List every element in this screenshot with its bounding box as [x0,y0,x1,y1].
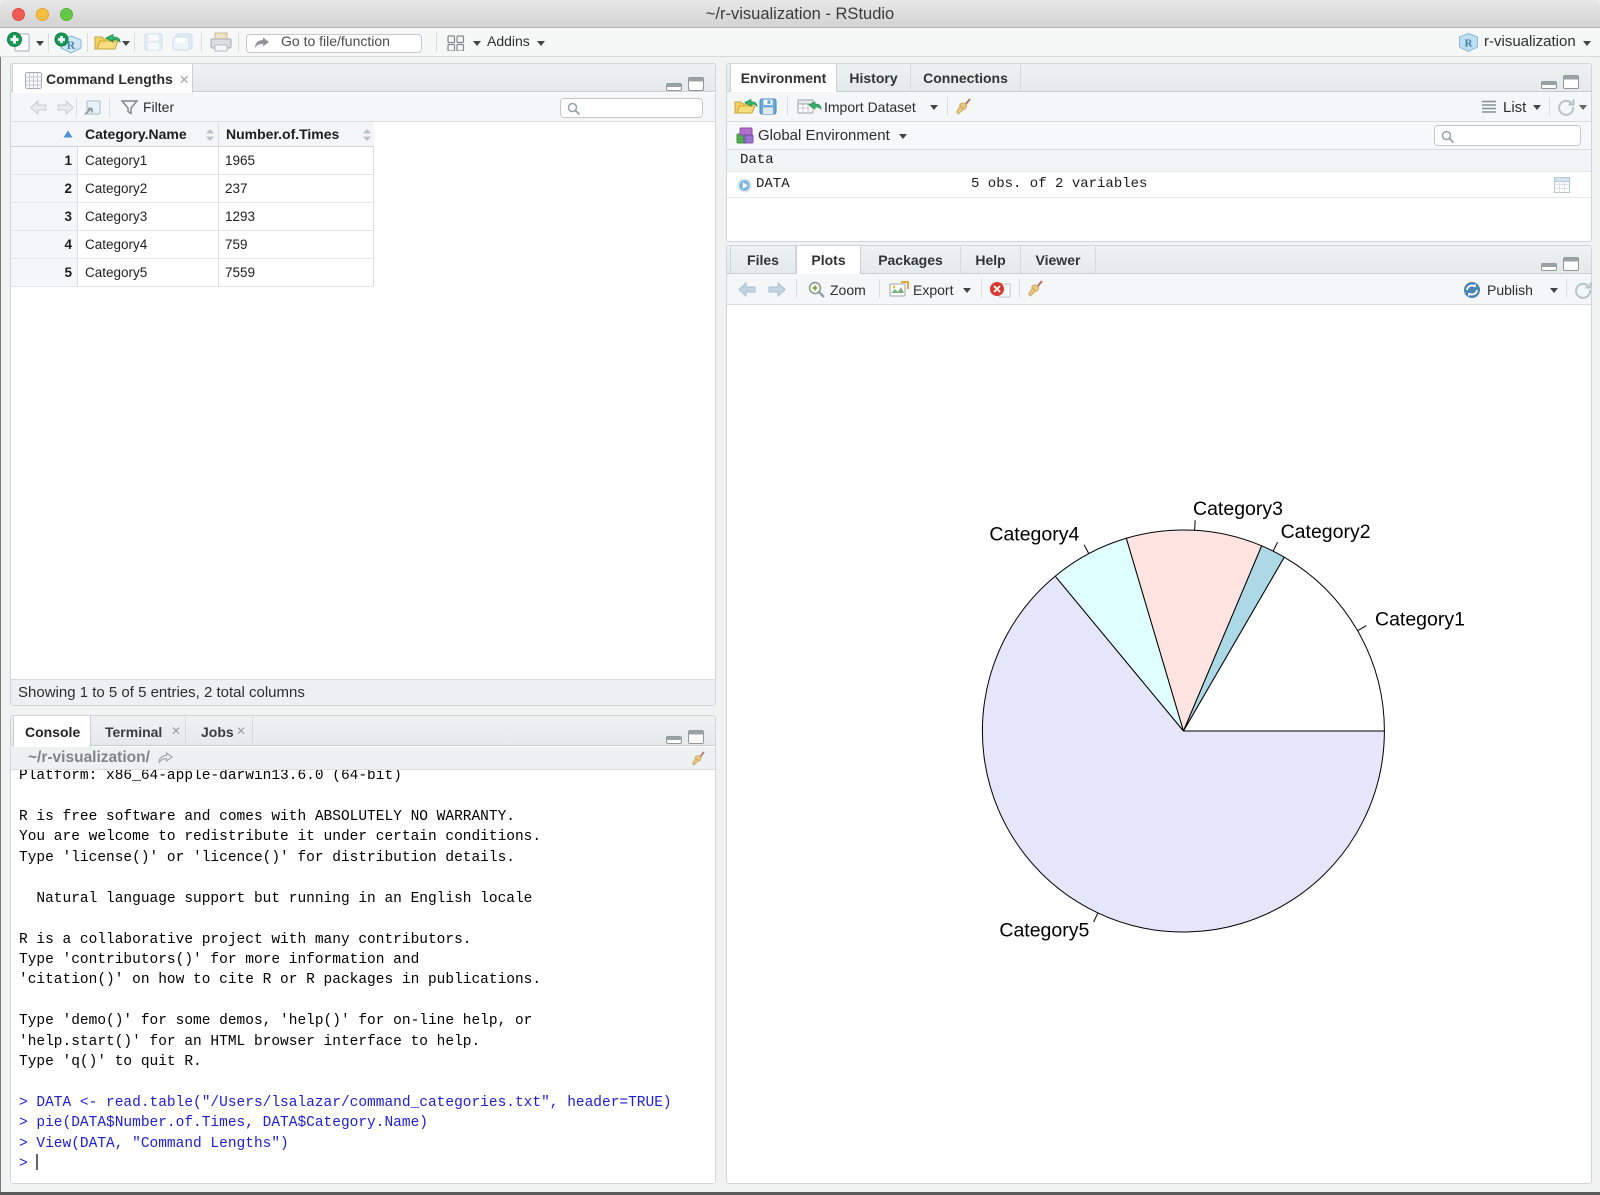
svg-text:Category5: Category5 [999,919,1089,941]
svg-text:Category4: Category4 [989,524,1079,546]
svg-text:Category1: Category1 [1375,608,1465,630]
svg-text:R: R [1465,38,1474,50]
svg-text:Category3: Category3 [1193,498,1283,520]
svg-text:Category2: Category2 [1281,521,1371,543]
